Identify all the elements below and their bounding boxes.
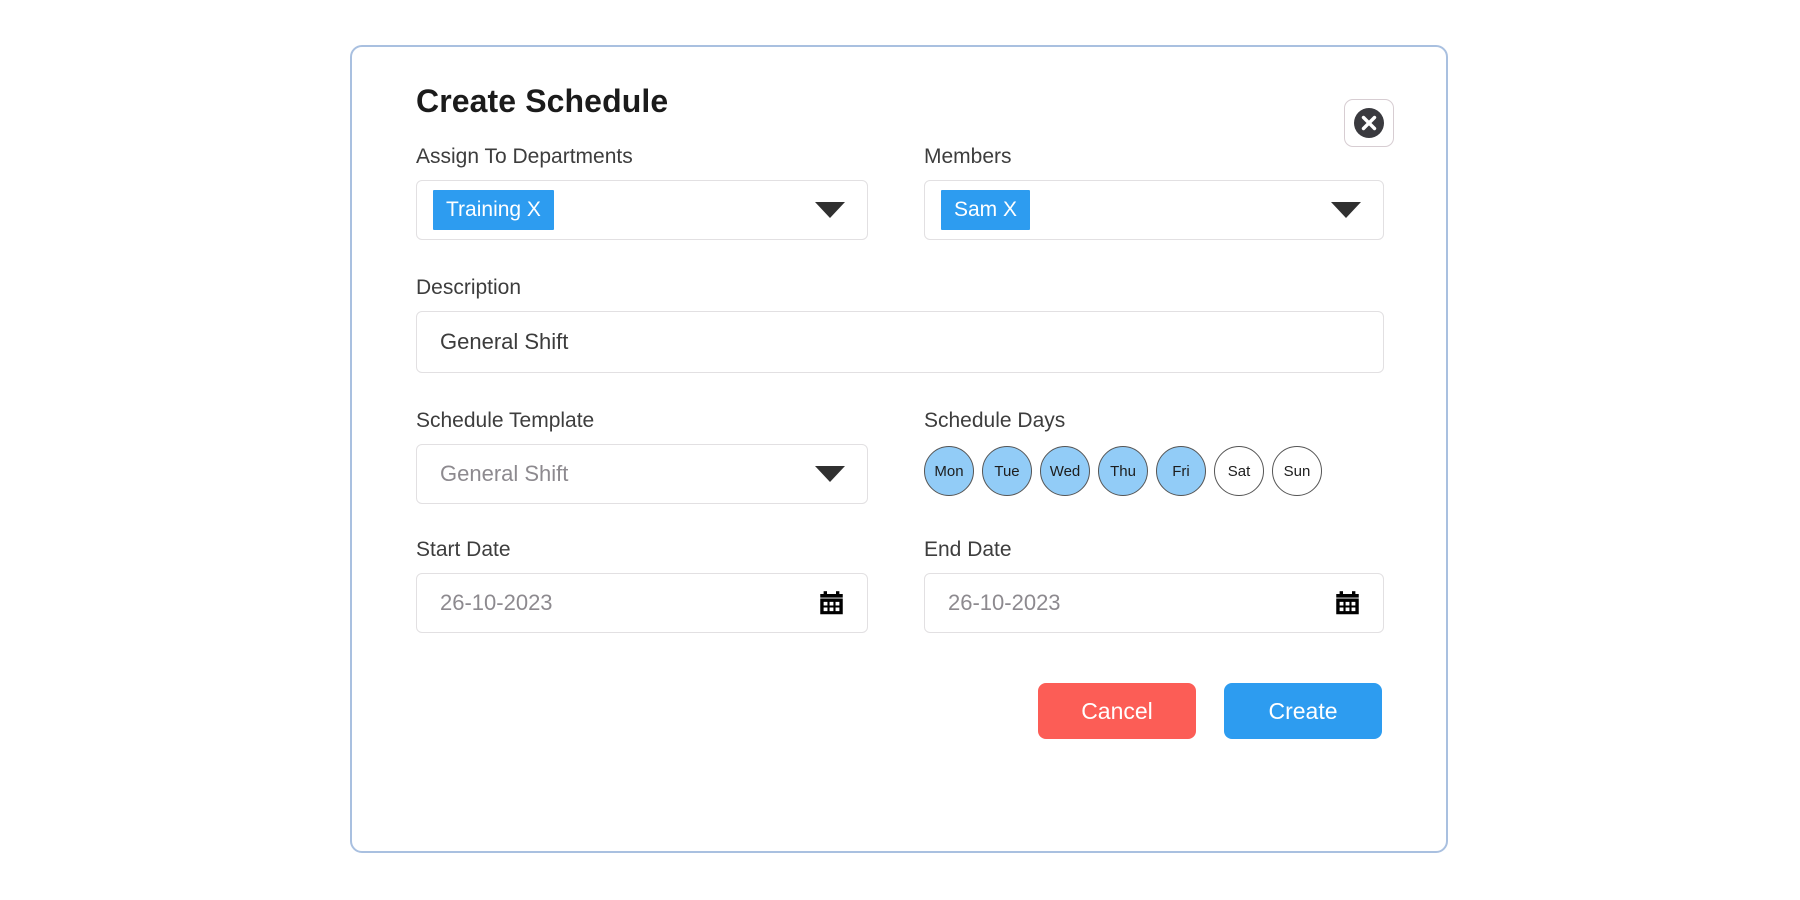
schedule-template-value: General Shift — [440, 461, 569, 487]
day-label: Thu — [1110, 462, 1136, 480]
chevron-down-icon[interactable] — [815, 202, 845, 219]
day-label: Tue — [994, 462, 1020, 480]
form-row-description: Description General Shift — [416, 276, 1386, 374]
calendar-icon[interactable] — [818, 590, 845, 617]
modal-footer: Cancel Create — [1038, 683, 1382, 739]
schedule-days-label: Schedule Days — [924, 409, 1066, 433]
modal-inner: Create Schedule Assign To Departments Tr… — [352, 47, 1446, 851]
field-schedule-template: Schedule Template General Shift — [416, 409, 868, 505]
form-row-template-days: Schedule Template General Shift Schedule… — [416, 409, 1386, 505]
end-date-value: 26-10-2023 — [948, 590, 1061, 616]
field-members: Members Sam X — [924, 145, 1384, 241]
create-button[interactable]: Create — [1224, 683, 1382, 739]
day-toggle-sun[interactable]: Sun — [1272, 446, 1322, 497]
day-toggle-tue[interactable]: Tue — [982, 446, 1032, 497]
day-toggle-sat[interactable]: Sat — [1214, 446, 1264, 497]
close-button[interactable] — [1344, 99, 1394, 147]
day-toggle-wed[interactable]: Wed — [1040, 446, 1090, 497]
create-schedule-modal: Create Schedule Assign To Departments Tr… — [350, 45, 1448, 853]
form-row-assignees: Assign To Departments Training X Members… — [416, 145, 1386, 241]
start-date-input[interactable]: 26-10-2023 — [416, 573, 868, 634]
description-label: Description — [416, 276, 522, 300]
description-value: General Shift — [440, 329, 569, 355]
cancel-button[interactable]: Cancel — [1038, 683, 1196, 739]
page-title: Create Schedule — [416, 83, 669, 119]
chevron-down-icon[interactable] — [1331, 202, 1361, 219]
close-icon — [1354, 108, 1384, 138]
schedule-days-selector: Mon Tue Wed Thu Fri Sat Sun — [924, 444, 1384, 497]
schedule-template-label: Schedule Template — [416, 409, 595, 433]
schedule-template-select[interactable]: General Shift — [416, 444, 868, 505]
field-end-date: End Date 26-10-2023 — [924, 538, 1384, 634]
day-label: Sun — [1283, 462, 1311, 480]
field-schedule-days: Schedule Days Mon Tue Wed Thu Fri Sat Su… — [924, 409, 1384, 504]
chevron-down-icon[interactable] — [815, 466, 845, 483]
start-date-label: Start Date — [416, 538, 511, 562]
schedule-form: Assign To Departments Training X Members… — [416, 145, 1386, 634]
members-label: Members — [924, 145, 1012, 168]
member-chip[interactable]: Sam X — [941, 190, 1031, 231]
description-input[interactable]: General Shift — [416, 311, 1384, 374]
field-description: Description General Shift — [416, 276, 1384, 374]
day-label: Mon — [934, 462, 964, 480]
day-toggle-thu[interactable]: Thu — [1098, 446, 1148, 497]
day-label: Sat — [1227, 462, 1251, 480]
day-label: Wed — [1049, 462, 1081, 480]
day-toggle-fri[interactable]: Fri — [1156, 446, 1206, 497]
app-screen: Create Schedule Assign To Departments Tr… — [0, 0, 1800, 900]
field-start-date: Start Date 26-10-2023 — [416, 538, 868, 634]
calendar-icon[interactable] — [1334, 590, 1361, 617]
day-label: Fri — [1172, 462, 1190, 480]
form-row-dates: Start Date 26-10-2023 End Date 26-10-202… — [416, 538, 1386, 634]
department-chip[interactable]: Training X — [433, 190, 554, 231]
start-date-value: 26-10-2023 — [440, 590, 553, 616]
members-multiselect[interactable]: Sam X — [924, 180, 1384, 241]
end-date-input[interactable]: 26-10-2023 — [924, 573, 1384, 634]
day-toggle-mon[interactable]: Mon — [924, 446, 974, 497]
field-departments: Assign To Departments Training X — [416, 145, 868, 241]
departments-label: Assign To Departments — [416, 145, 633, 168]
departments-multiselect[interactable]: Training X — [416, 180, 868, 241]
end-date-label: End Date — [924, 538, 1012, 562]
